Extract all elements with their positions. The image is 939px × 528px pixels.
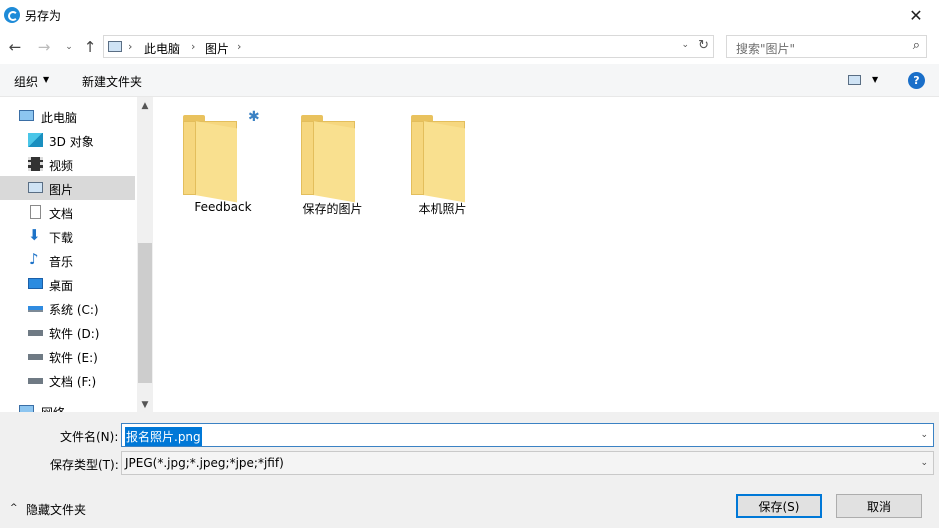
sidebar-item-videos[interactable]: 视频 [0,152,135,176]
document-icon [30,205,41,219]
breadcrumb-separator-icon[interactable]: › [191,40,195,53]
picture-icon [28,182,43,193]
chevron-down-icon: ⌄ [65,42,73,52]
navigation-bar: ← → ⌄ ↑ › 此电脑 › 图片 › ⌄ ↻ 搜索"图片" ⌕ [0,30,939,64]
search-input[interactable]: 搜索"图片" [736,40,795,57]
sidebar-item-label: 网络 [41,404,65,412]
pin-icon: ✱ [248,109,260,125]
filename-label: 文件名(N): [60,430,119,444]
folder-item[interactable]: 本机照片 [376,111,476,221]
save-button[interactable]: 保存(S) [736,494,822,518]
sidebar-item-label: 视频 [49,159,74,173]
sidebar-item-downloads[interactable]: ⬇ 下载 [0,224,135,248]
close-button[interactable]: ✕ [893,0,939,30]
filetype-select[interactable]: JPEG(*.jpg;*.jpeg;*jpe;*jfif) ⌄ [121,451,934,475]
address-bar[interactable]: › 此电脑 › 图片 › ⌄ ↻ [103,35,714,58]
sidebar-item-drive-f[interactable]: 文档 (F:) [0,368,135,392]
sidebar-item-drive-d[interactable]: 软件 (D:) [0,320,135,344]
scroll-up-icon[interactable]: ▲ [137,101,153,111]
folder-item[interactable]: ✱ Feedback [153,109,260,221]
drive-icon [28,378,43,384]
sidebar-item-music[interactable]: ♪ 音乐 [0,248,135,272]
sidebar-item-desktop[interactable]: 桌面 [0,272,135,296]
new-folder-button[interactable]: 新建文件夹 [82,73,142,90]
download-icon: ⬇ [28,226,41,244]
close-icon: ✕ [909,5,923,25]
recent-locations-button[interactable]: ⌄ [60,38,78,56]
chevron-down-icon[interactable]: ⌄ [920,458,928,468]
sidebar-item-network[interactable]: 网络 [0,399,135,412]
music-icon: ♪ [29,250,39,268]
sidebar-item-label: 此电脑 [41,111,78,125]
folder-item[interactable]: 保存的图片 [266,111,366,221]
desktop-icon [28,278,43,289]
sidebar-item-pictures[interactable]: 图片 [0,176,135,200]
sidebar-item-this-pc[interactable]: 此电脑 [0,104,135,128]
film-icon [28,157,43,171]
help-icon[interactable]: ? [908,72,925,89]
view-options-caret-icon[interactable]: ▼ [872,75,878,84]
sidebar-item-label: 系统 (C:) [49,303,99,317]
up-button[interactable]: ↑ [81,38,99,56]
command-bar: 组织 ▼ 新建文件夹 ▼ ? [0,64,939,97]
cube-icon [28,133,43,147]
app-logo-icon [4,7,20,23]
folder-icon [411,115,465,203]
organize-button[interactable]: 组织 [14,73,38,90]
caret-down-icon[interactable]: ▼ [43,75,49,84]
up-arrow-icon: ↑ [83,38,97,56]
sidebar-item-label: 文档 [49,207,74,221]
sidebar-scrollbar[interactable]: ▲ ▼ [137,97,153,412]
refresh-icon[interactable]: ↻ [698,38,709,53]
network-icon [19,405,34,412]
sidebar-item-label: 下载 [49,231,74,245]
pc-icon [19,110,34,121]
drive-icon [28,330,43,336]
breadcrumb-separator-icon[interactable]: › [237,40,241,53]
folder-icon [301,115,355,203]
sidebar-item-label: 桌面 [49,279,74,293]
address-dropdown-icon[interactable]: ⌄ [681,40,689,50]
scrollbar-thumb[interactable] [138,243,152,383]
sidebar-item-label: 3D 对象 [49,135,94,149]
sidebar-item-3d-objects[interactable]: 3D 对象 [0,128,135,152]
sidebar-item-label: 软件 (E:) [49,351,98,365]
picture-location-icon [108,41,122,52]
sidebar-item-drive-c[interactable]: 系统 (C:) [0,296,135,320]
back-arrow-icon: ← [8,38,22,56]
hide-folders-toggle[interactable]: 隐藏文件夹 [26,501,86,518]
folder-name: 本机照片 [418,202,467,216]
folder-icon [183,115,237,203]
breadcrumb-this-pc[interactable]: 此电脑 [144,40,180,57]
filename-value[interactable]: 报名照片.png [125,427,202,446]
sidebar-item-label: 音乐 [49,255,74,269]
cancel-button[interactable]: 取消 [836,494,922,518]
filetype-value: JPEG(*.jpg;*.jpeg;*jpe;*jfif) [125,456,284,470]
breadcrumb-pictures[interactable]: 图片 [205,40,229,57]
drive-icon [28,354,43,360]
save-form: 文件名(N): 报名照片.png ⌄ 保存类型(T): JPEG(*.jpg;*… [0,412,939,528]
breadcrumb-separator-icon[interactable]: › [128,40,132,53]
filename-field[interactable]: 报名照片.png ⌄ [121,423,934,447]
title-bar: 另存为 ✕ [0,0,939,30]
view-mode-icon[interactable] [848,75,861,85]
sidebar-item-drive-e[interactable]: 软件 (E:) [0,344,135,368]
sidebar-item-label: 文档 (F:) [49,375,97,389]
sidebar-item-label: 图片 [49,183,74,197]
search-icon[interactable]: ⌕ [913,38,920,53]
caret-up-icon[interactable]: ^ [10,503,18,513]
navigation-pane: 此电脑 3D 对象 视频 图片 文档 ⬇ 下载 ♪ 音乐 桌面 系统 (C:) … [0,97,137,412]
search-box[interactable]: 搜索"图片" ⌕ [726,35,927,58]
sidebar-item-documents[interactable]: 文档 [0,200,135,224]
sidebar-item-label: 软件 (D:) [49,327,100,341]
forward-arrow-icon: → [37,38,51,56]
chevron-down-icon[interactable]: ⌄ [920,430,928,440]
system-drive-icon [28,306,43,312]
window-title: 另存为 [25,9,62,23]
back-button[interactable]: ← [6,38,24,56]
forward-button[interactable]: → [35,38,53,56]
filetype-label: 保存类型(T): [50,458,119,472]
file-list: ✱ Feedback 保存的图片 本机照片 [153,97,939,412]
scroll-down-icon[interactable]: ▼ [137,400,153,410]
